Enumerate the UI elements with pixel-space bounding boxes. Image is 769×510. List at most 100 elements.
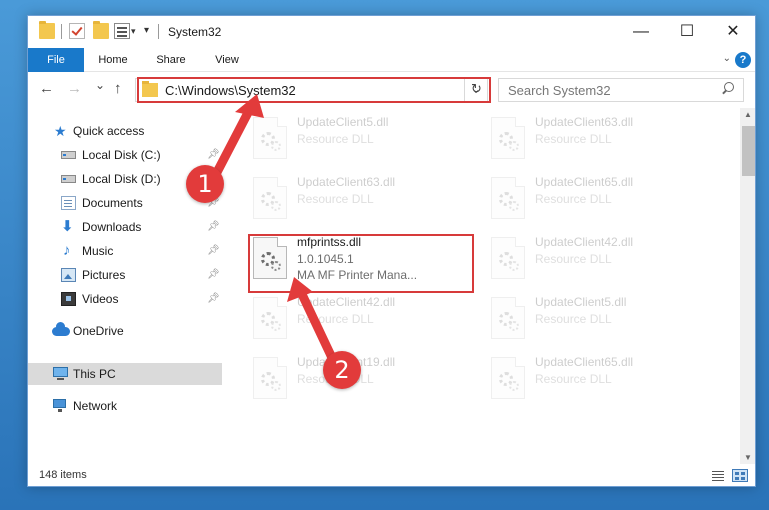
sidebar-item-videos[interactable]: Videos 📌︎ <box>28 288 222 310</box>
sidebar-item-label: This PC <box>73 367 116 381</box>
dll-file-icon <box>491 297 525 339</box>
file-item[interactable]: UpdateClient5.dll Resource DLL <box>248 112 478 166</box>
sidebar-item-label: Videos <box>82 292 119 306</box>
tab-share[interactable]: Share <box>148 48 194 72</box>
navigation-pane: ★ Quick access Local Disk (C:) 📌︎ Local … <box>28 108 222 464</box>
pin-icon: 📌︎ <box>207 149 220 160</box>
properties-check-icon[interactable] <box>69 23 85 39</box>
sidebar-item-this-pc[interactable]: This PC <box>28 363 222 385</box>
ribbon-tabs: File Home Share View ⌄ ? <box>28 48 755 72</box>
file-description: Resource DLL <box>297 192 374 206</box>
sidebar-item-label: Network <box>73 399 118 413</box>
minimize-button[interactable]: — <box>618 16 664 48</box>
folder-icon <box>142 81 158 97</box>
tab-view[interactable]: View <box>206 48 248 72</box>
window-title: System32 <box>168 25 222 39</box>
pin-icon: 📌︎ <box>207 221 220 232</box>
dll-file-icon <box>491 177 525 219</box>
large-icons-view-icon[interactable] <box>732 469 748 482</box>
sidebar-item-label: Pictures <box>82 268 126 282</box>
divider <box>158 24 159 39</box>
pin-icon: 📌︎ <box>207 293 220 304</box>
file-description: Resource DLL <box>297 132 374 146</box>
search-icon[interactable] <box>721 82 735 96</box>
file-description: Resource DLL <box>535 132 612 146</box>
file-description: Resource DLL <box>297 312 374 326</box>
up-button[interactable]: ↑ <box>114 80 122 97</box>
dll-file-icon <box>491 117 525 159</box>
tab-home[interactable]: Home <box>90 48 136 72</box>
file-version: 1.0.1045.1 <box>297 252 354 266</box>
file-description: Resource DLL <box>535 192 612 206</box>
address-bar[interactable]: C:\Windows\System32 ⌄ <box>135 78 488 102</box>
scrollbar-thumb[interactable] <box>742 126 755 176</box>
dll-file-icon <box>253 297 287 339</box>
item-count: 148 items <box>39 469 87 481</box>
file-item[interactable]: UpdateClient42.dll Resource DLL <box>486 232 716 286</box>
sidebar-item-pictures[interactable]: Pictures 📌︎ <box>28 264 222 286</box>
sidebar-item-network[interactable]: Network <box>28 395 222 417</box>
list-properties-icon[interactable] <box>114 23 130 39</box>
file-item[interactable]: UpdateClient65.dll Resource DLL <box>486 172 716 226</box>
vertical-scrollbar[interactable]: ▲ ▼ <box>740 108 755 464</box>
file-name: UpdateClient5.dll <box>535 295 627 309</box>
file-item[interactable]: UpdateClient19.dll Resource DLL <box>248 352 478 406</box>
forward-button[interactable]: → <box>67 80 82 97</box>
downloads-icon: ⬇ <box>61 218 74 235</box>
search-box[interactable]: Search System32 <box>498 78 744 102</box>
file-description: MA MF Printer Mana... <box>297 268 418 282</box>
sidebar-item-label: Downloads <box>82 220 142 234</box>
sidebar-item-local-disk-c[interactable]: Local Disk (C:) 📌︎ <box>28 144 222 166</box>
back-button[interactable]: ← <box>39 80 54 97</box>
sidebar-item-quick-access[interactable]: ★ Quick access <box>28 120 222 142</box>
file-item[interactable]: UpdateClient65.dll Resource DLL <box>486 352 716 406</box>
new-folder-icon[interactable] <box>93 21 109 39</box>
sidebar-item-downloads[interactable]: ⬇ Downloads 📌︎ <box>28 216 222 238</box>
videos-icon <box>61 292 76 306</box>
status-bar: 148 items <box>28 464 755 486</box>
drive-icon <box>61 175 76 183</box>
sidebar-item-label: Local Disk (C:) <box>82 148 161 162</box>
help-button[interactable]: ? <box>735 52 751 68</box>
file-item[interactable]: UpdateClient5.dll Resource DLL <box>486 292 716 346</box>
file-explorer-window: ▾ ▾ System32 — ☐ ✕ File Home Share View … <box>27 15 756 487</box>
address-path[interactable]: C:\Windows\System32 <box>165 83 296 98</box>
step-2-badge: 2 <box>323 351 361 389</box>
scroll-down-icon[interactable]: ▼ <box>744 453 752 462</box>
customize-toolbar-icon[interactable]: ▾ <box>144 25 149 36</box>
close-button[interactable]: ✕ <box>710 16 755 48</box>
sidebar-item-label: Documents <box>82 196 143 210</box>
sidebar-item-label: OneDrive <box>73 324 124 338</box>
refresh-button[interactable]: ↻ <box>464 78 488 102</box>
file-description: Resource DLL <box>535 252 612 266</box>
file-item[interactable]: UpdateClient63.dll Resource DLL <box>248 172 478 226</box>
sidebar-item-music[interactable]: ♪ Music 📌︎ <box>28 240 222 262</box>
search-input[interactable]: Search System32 <box>508 83 611 98</box>
recent-locations-button[interactable]: ⌄ <box>95 78 105 92</box>
sidebar-item-onedrive[interactable]: OneDrive <box>28 320 222 342</box>
step-1-badge: 1 <box>186 165 224 203</box>
dll-file-icon <box>253 237 287 279</box>
title-bar: ▾ ▾ System32 — ☐ ✕ <box>28 16 755 48</box>
maximize-button[interactable]: ☐ <box>664 16 710 48</box>
file-name: UpdateClient42.dll <box>297 295 396 309</box>
file-name: UpdateClient63.dll <box>297 175 396 189</box>
file-name: UpdateClient42.dll <box>535 235 634 249</box>
scroll-up-icon[interactable]: ▲ <box>744 110 752 119</box>
tab-file[interactable]: File <box>28 48 84 72</box>
dll-file-icon <box>253 117 287 159</box>
sidebar-item-label: Quick access <box>73 124 145 138</box>
sidebar-item-label: Music <box>82 244 114 258</box>
details-view-icon[interactable] <box>710 469 726 482</box>
dll-file-icon <box>253 357 287 399</box>
music-icon: ♪ <box>63 242 71 259</box>
file-description: Resource DLL <box>535 312 612 326</box>
chevron-down-icon[interactable]: ▾ <box>131 26 136 37</box>
expand-ribbon-icon[interactable]: ⌄ <box>723 53 731 64</box>
file-description: Resource DLL <box>535 372 612 386</box>
documents-icon <box>61 196 76 210</box>
file-item[interactable]: UpdateClient63.dll Resource DLL <box>486 112 716 166</box>
pictures-icon <box>61 268 76 282</box>
file-item-mfprintss[interactable]: mfprintss.dll 1.0.1045.1 MA MF Printer M… <box>248 232 478 286</box>
file-item[interactable]: UpdateClient42.dll Resource DLL <box>248 292 478 346</box>
